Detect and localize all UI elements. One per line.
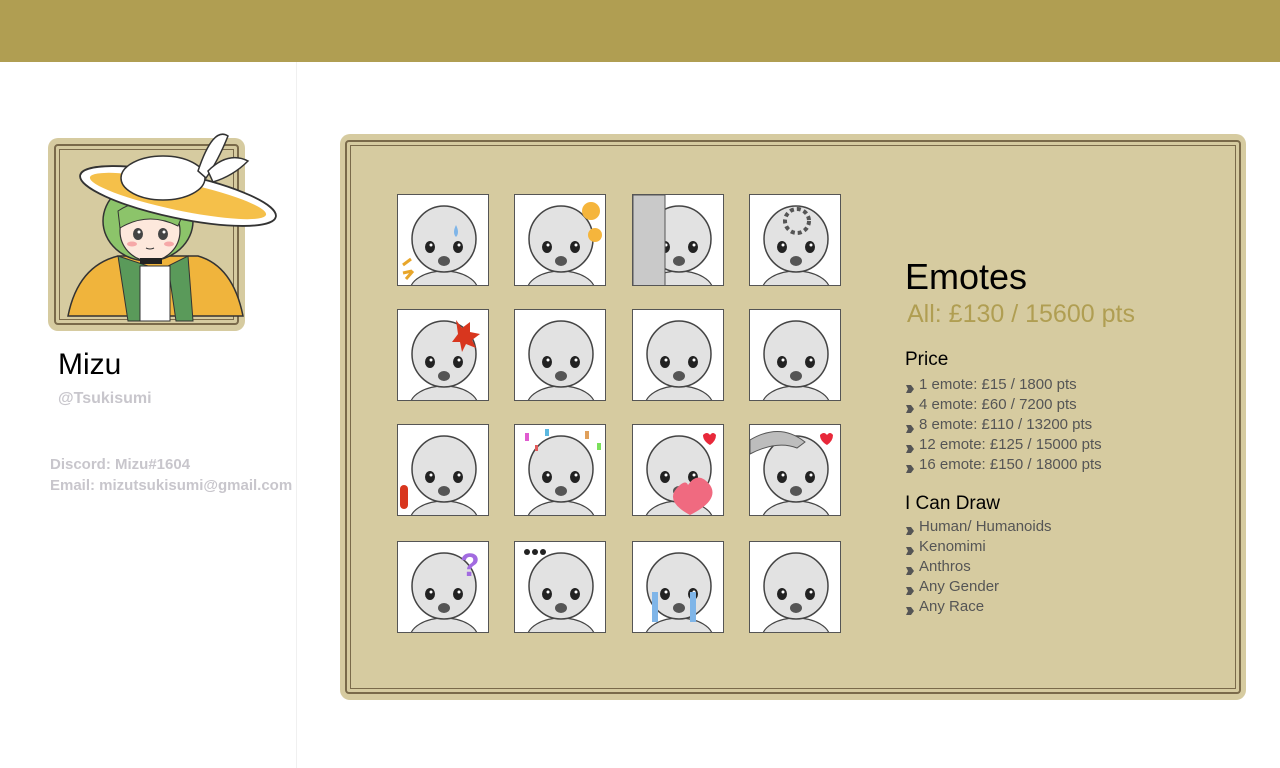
draw-heading: I Can Draw [905,493,1001,514]
list-item: Any Race [905,597,1052,617]
shy-emote [632,309,724,401]
bullet-icon [905,582,915,595]
sidebar-divider [296,62,297,768]
bullet-icon [905,380,915,393]
contact-info: Discord: Mizu#1604 Email: mizutsukisumi@… [50,454,292,496]
emotes-title: Emotes [905,256,1028,297]
headpat-emote [749,424,841,516]
list-item: Any Gender [905,577,1052,597]
bullet-icon [905,522,915,535]
profile-handle[interactable]: @Tsukisumi [58,390,152,408]
bullet-icon [905,602,915,615]
speechless-emote [514,541,606,633]
svg-text:?: ? [460,547,480,583]
bullet-icon [905,440,915,453]
list-item: Human/ Humanoids [905,517,1052,537]
wink-emote [749,541,841,633]
angry-emote [397,309,489,401]
laughing-tears-emote [397,194,489,286]
can-draw-list: Human/ Humanoids Kenomimi Anthros Any Ge… [905,517,1052,617]
bullet-icon [905,562,915,575]
top-banner [0,0,1280,62]
avatar [48,133,277,331]
list-item: 8 emote: £110 / 13200 pts [905,415,1102,435]
emote-grid: ? [397,194,843,636]
bullet-icon [905,460,915,473]
avatar-illustration [67,133,277,322]
bullet-icon [905,420,915,433]
list-item: 16 emote: £150 / 18000 pts [905,455,1102,475]
yawning-emote [514,309,606,401]
happy-flowers-emote [514,194,606,286]
bullet-icon [905,542,915,555]
list-item: Kenomimi [905,537,1052,557]
email-contact[interactable]: Email: mizutsukisumi@gmail.com [50,475,292,496]
heart-emote [632,424,724,516]
shocked-emote [749,309,841,401]
price-heading: Price [905,349,949,370]
list-item: 1 emote: £15 / 1800 pts [905,375,1102,395]
discord-contact: Discord: Mizu#1604 [50,456,191,473]
list-item: 12 emote: £125 / 15000 pts [905,435,1102,455]
list-item: 4 emote: £60 / 7200 pts [905,395,1102,415]
bullet-icon [905,400,915,413]
confused-emote: ? [397,541,489,633]
list-item: Anthros [905,557,1052,577]
surprised-emote [397,424,489,516]
loading-emote [749,194,841,286]
crying-emote [632,541,724,633]
profile-name: Mizu [58,348,122,381]
peeking-emote [632,194,724,286]
price-list: 1 emote: £15 / 1800 pts 4 emote: £60 / 7… [905,375,1102,475]
celebrate-emote [514,424,606,516]
all-price: All: £130 / 15600 pts [907,300,1135,328]
